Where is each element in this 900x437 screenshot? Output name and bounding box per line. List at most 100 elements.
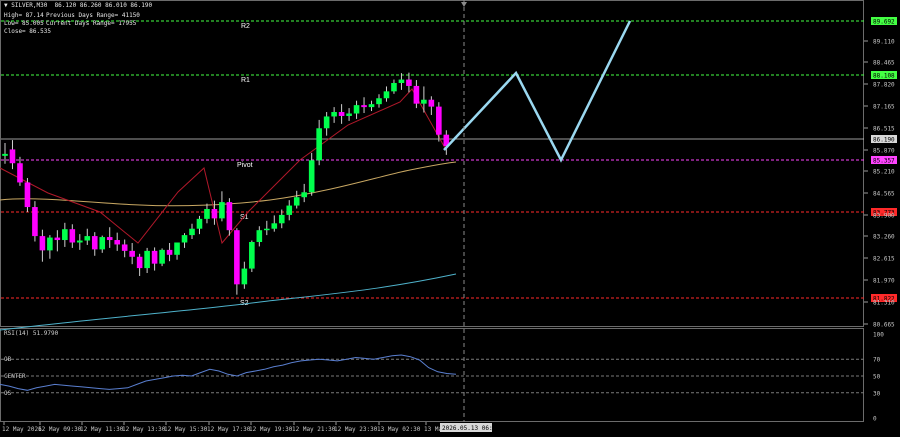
candle-body (196, 218, 203, 229)
time-axis: 12 May 202612 May 09:3012 May 11:3012 Ma… (2, 422, 500, 433)
candle-body (84, 236, 91, 241)
level-price-pivot: 85.357 (873, 158, 895, 165)
candle-body (211, 209, 218, 219)
candle-body (166, 249, 173, 255)
rsi-os-label: OS (4, 390, 12, 397)
rsi-indicator: RSI(14) 51.9790 OB CENTER OS 100 70 50 30 0 (0, 330, 884, 423)
time-tick-label: 12 May 11:30 (80, 426, 124, 433)
level-price-r2: 89.692 (873, 19, 895, 26)
candle-body (2, 153, 8, 156)
candle-body (323, 116, 330, 129)
level-label-pivot: Pivot (237, 162, 253, 169)
level-label-r2: R2 (241, 23, 250, 30)
candle-body (368, 104, 375, 108)
candle-body (249, 242, 255, 269)
candle-body (69, 229, 76, 243)
candle-body (391, 82, 397, 92)
rsi-ob-label: OB (4, 356, 12, 363)
time-tick-label: 12 May 23:30 (334, 426, 378, 433)
candle-body (353, 105, 360, 114)
price-axis: 89.110 88.465 87.820 87.165 86.515 85.870 85.2… (864, 39, 895, 329)
price-tick-label: 81.310 (873, 300, 895, 307)
candle-body (376, 98, 382, 105)
time-tick-label: 12 May 15:30 (164, 426, 208, 433)
main-pane-frame (0, 0, 864, 327)
candle-body (47, 237, 53, 251)
price-tick-label: 87.165 (873, 104, 895, 111)
candle-body (226, 202, 233, 231)
high-info: High= 87.14 (4, 12, 44, 19)
price-tick-label: 89.110 (873, 39, 895, 46)
candle-body (39, 236, 46, 251)
price-tick-label: 85.870 (873, 148, 895, 155)
rsi-center-label: CENTER (4, 373, 26, 380)
close-info: Close= 86.535 (4, 28, 51, 35)
candle-body (346, 113, 352, 116)
candle-body (301, 192, 307, 198)
candle-body (24, 182, 31, 208)
crosshair-marker-icon (461, 2, 467, 7)
candle-body (256, 230, 263, 242)
level-label-r1: R1 (241, 77, 250, 84)
price-tick-label: 82.615 (873, 256, 895, 263)
price-tick-label: 80.665 (873, 322, 895, 329)
rsi-pane-frame (0, 328, 864, 422)
candle-body (121, 244, 128, 251)
candle-body (174, 242, 180, 255)
levels-layer: R289.692R188.10886.190Pivot85.357S183.77… (1, 17, 897, 307)
candle-body (383, 91, 390, 99)
price-tick-label: 87.820 (873, 82, 895, 89)
candle-body (293, 197, 300, 206)
candle-body (398, 79, 405, 83)
candle-body (286, 205, 293, 215)
candle-body (144, 250, 150, 269)
zigzag (0, 88, 446, 245)
candle-body (278, 214, 285, 224)
candle-body (421, 99, 427, 104)
candle-body (219, 202, 225, 219)
candles-layer (2, 72, 450, 295)
time-tick-label: 12 May 21:30 (292, 426, 336, 433)
low-info: Low= 85.005 (4, 20, 44, 27)
candle-body (114, 240, 120, 245)
candle-body (99, 237, 106, 250)
cur-range-info: Current Days Range= 17955 (46, 20, 137, 27)
candle-body (32, 207, 38, 237)
rsi-title: RSI(14) 51.9790 (4, 330, 59, 337)
candle-body (264, 228, 270, 231)
level-price-r1: 88.108 (873, 73, 895, 80)
candle-body (308, 160, 315, 193)
candle-body (204, 209, 210, 219)
time-tick-label: 12 May 13:30 (122, 426, 166, 433)
price-tick-label: 84.565 (873, 191, 895, 198)
price-tick-label: 83.260 (873, 234, 895, 241)
time-tick-label: 13 Ma (424, 426, 442, 433)
candle-body (17, 163, 23, 183)
symbol-info: ▼ SILVER,M30 86.120 86.260 86.010 86.190 (4, 2, 153, 9)
prev-range-info: Previous Days Range= 41150 (46, 12, 140, 19)
rsi-axis-label: 50 (873, 374, 881, 381)
candle-body (271, 223, 278, 229)
candle-body (159, 249, 165, 264)
time-tick-label: 12 May 17:30 (207, 426, 251, 433)
candle-body (241, 268, 248, 285)
time-tick-label: 12 May 2026 (2, 426, 42, 433)
candle-body (406, 79, 412, 86)
trading-chart[interactable]: R289.692R188.10886.190Pivot85.357S183.77… (0, 0, 900, 437)
crosshair-time-label: 2026.05.13 06:30 (442, 425, 500, 432)
candle-body (129, 250, 135, 257)
candle-body (234, 230, 240, 285)
zigzag-line (0, 88, 446, 245)
candle-body (62, 229, 68, 241)
candle-body (413, 85, 420, 104)
rsi-axis-label: 0 (873, 416, 877, 423)
level-price-current: 86.190 (873, 137, 895, 144)
candle-body (428, 99, 435, 107)
price-tick-label: 88.465 (873, 60, 895, 67)
candle-body (338, 112, 345, 116)
price-tick-label: 85.210 (873, 169, 895, 176)
moving-average-long (0, 273, 457, 331)
price-tick-label: 81.970 (873, 278, 895, 285)
rsi-axis-label: 100 (873, 332, 884, 339)
time-tick-label: 13 May 02:30 (377, 426, 421, 433)
